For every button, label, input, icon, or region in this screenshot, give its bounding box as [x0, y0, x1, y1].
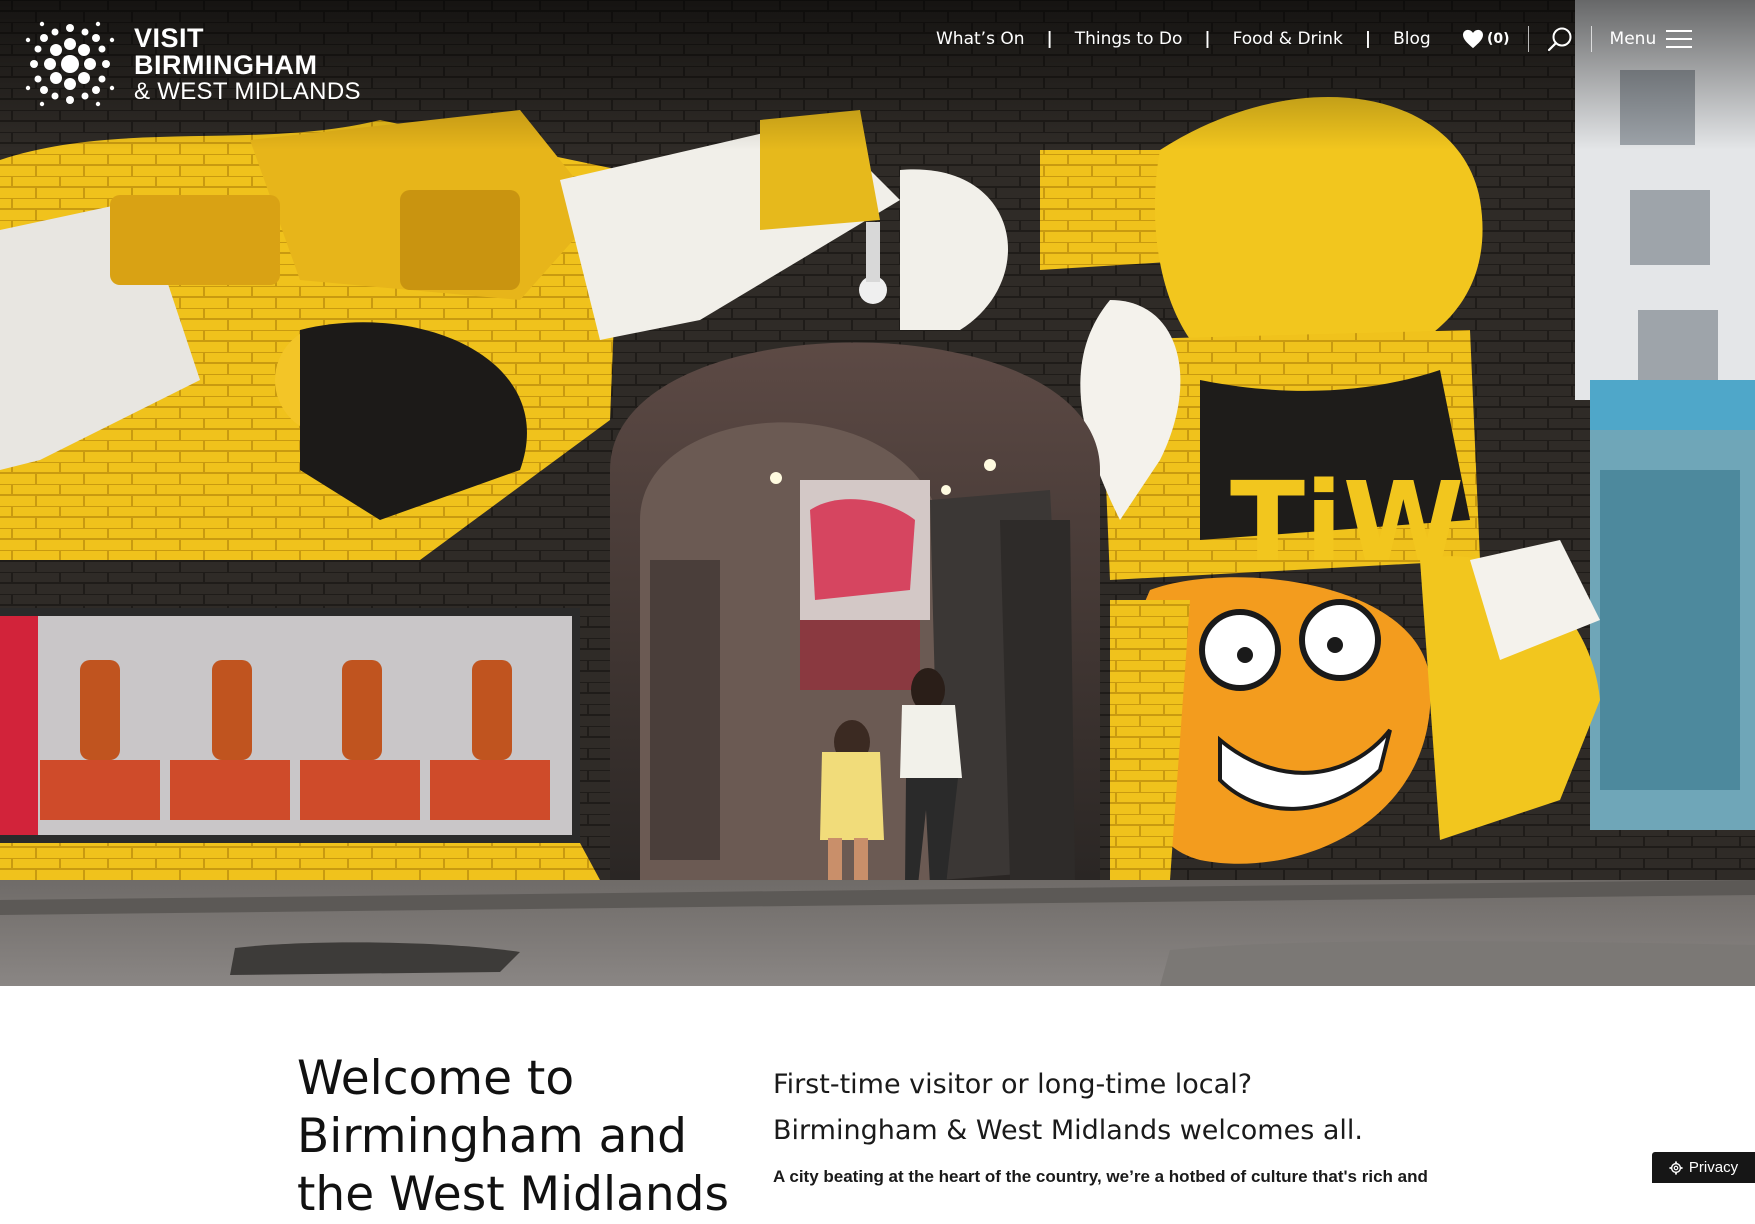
hero-image: TiW — [0, 0, 1755, 986]
intro-body: A city beating at the heart of the count… — [773, 1167, 1428, 1186]
intro-lead-line2: Birmingham & West Midlands welcomes all. — [773, 1115, 1363, 1146]
favorites-count: (0) — [1487, 31, 1510, 47]
header-tools: (0) Menu — [1462, 22, 1693, 56]
nav-whats-on[interactable]: What’s On — [936, 29, 1025, 49]
search-button[interactable] — [1547, 26, 1573, 52]
page-title: Welcome to Birmingham and the West Midla… — [297, 1051, 729, 1222]
logo-dot-mark-icon — [25, 21, 115, 107]
main-nav: What’s On | Things to Do | Food & Drink … — [936, 24, 1431, 54]
hero-banner: TiW VISIT BIRMINGHAM & WEST MIDLANDS Wha… — [0, 0, 1755, 986]
nav-separator: | — [1046, 29, 1053, 49]
gear-icon — [1669, 1160, 1683, 1175]
privacy-label: Privacy — [1688, 1159, 1739, 1176]
tools-divider — [1590, 26, 1592, 52]
privacy-button[interactable]: Privacy — [1652, 1152, 1755, 1183]
logo-line-west-midlands: & WEST MIDLANDS — [134, 77, 361, 105]
hamburger-icon — [1666, 30, 1693, 48]
intro-text-block: First-time visitor or long-time local? B… — [773, 1062, 1473, 1190]
logo-wordmark: VISIT BIRMINGHAM & WEST MIDLANDS — [134, 22, 361, 105]
search-icon — [1547, 27, 1572, 52]
menu-button[interactable]: Menu — [1610, 29, 1693, 49]
nav-blog[interactable]: Blog — [1393, 29, 1431, 49]
logo-line-birmingham: BIRMINGHAM — [134, 49, 318, 80]
menu-label: Menu — [1609, 29, 1657, 49]
heart-icon — [1463, 29, 1483, 49]
logo-line-visit: VISIT — [134, 22, 205, 53]
intro-lead: First-time visitor or long-time local? B… — [773, 1062, 1473, 1154]
nav-food-drink[interactable]: Food & Drink — [1233, 29, 1343, 49]
favorites-button[interactable]: (0) — [1462, 29, 1510, 49]
nav-things-to-do[interactable]: Things to Do — [1075, 29, 1183, 49]
nav-separator: | — [1204, 29, 1211, 49]
intro-lead-line1: First-time visitor or long-time local? — [773, 1069, 1253, 1100]
site-logo[interactable]: VISIT BIRMINGHAM & WEST MIDLANDS — [22, 16, 361, 112]
nav-separator: | — [1364, 29, 1372, 49]
tools-divider — [1527, 26, 1529, 52]
